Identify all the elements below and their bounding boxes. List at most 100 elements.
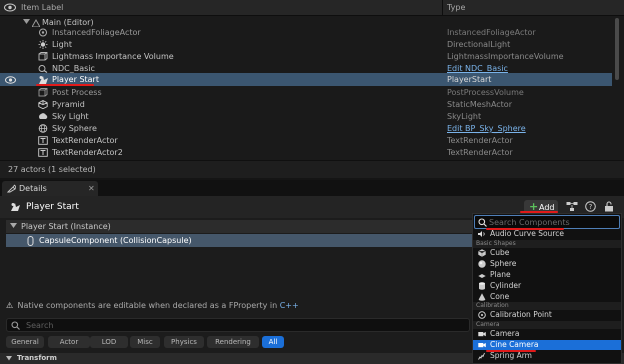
menu-item-cone[interactable]: Cone xyxy=(473,292,621,302)
category-label: Camera xyxy=(476,321,500,328)
outliner-row-type: StaticMeshActor xyxy=(447,100,512,109)
cpp-link[interactable]: C++ xyxy=(280,301,299,310)
menu-item-cylinder[interactable]: Cylinder xyxy=(473,281,621,291)
outliner-row-type: InstancedFoliageActor xyxy=(447,28,536,37)
blueprint-icon[interactable] xyxy=(566,201,578,212)
search-icon xyxy=(11,321,20,330)
outliner-row-label: Player Start xyxy=(52,75,99,84)
outliner-row-label: Pyramid xyxy=(52,100,85,109)
outliner-row-label: InstancedFoliageActor xyxy=(52,28,141,37)
menu-item-label: Cone xyxy=(490,292,510,301)
column-divider[interactable] xyxy=(442,0,443,16)
outliner-row-type: DirectionalLight xyxy=(447,40,511,49)
collapse-arrow-icon[interactable] xyxy=(6,356,12,361)
actor-count: 27 actors (1 selected) xyxy=(8,165,96,174)
menu-category-camera: Camera xyxy=(473,321,621,329)
edit-ndc-basic-link[interactable]: Edit NDC_Basic xyxy=(447,64,508,73)
actor-name: Player Start xyxy=(26,202,79,212)
audio-curve-icon xyxy=(478,230,486,238)
outliner-row-type: TextRenderActor xyxy=(447,148,513,157)
category-label: Basic Shapes xyxy=(476,240,516,247)
filter-tab-actor[interactable]: Actor xyxy=(48,336,90,348)
menu-item-spring-arm[interactable]: Spring Arm xyxy=(473,351,621,361)
player-start-icon xyxy=(10,202,21,212)
cube-icon xyxy=(478,249,486,257)
filter-tab-lod[interactable]: LOD xyxy=(90,336,128,348)
cone-icon xyxy=(478,293,486,301)
cylinder-icon xyxy=(478,282,486,290)
menu-item-label: Sphere xyxy=(490,259,517,268)
outliner-row-label: TextRenderActor2 xyxy=(52,148,123,157)
component-label: CapsuleComponent (CollisionCapsule) xyxy=(39,236,192,245)
filter-tab-general[interactable]: General xyxy=(6,336,44,348)
menu-item-calibration-point[interactable]: Calibration Point xyxy=(473,310,621,320)
spring-arm-icon xyxy=(478,352,486,360)
column-header-item-label[interactable]: Item Label xyxy=(21,3,63,12)
column-header-type[interactable]: Type xyxy=(447,3,465,12)
lock-icon[interactable] xyxy=(604,201,614,212)
visibility-eye-icon[interactable] xyxy=(4,3,16,12)
category-label: Calibration xyxy=(476,302,509,309)
component-tree-item-capsule[interactable]: CapsuleComponent (CollisionCapsule) xyxy=(6,234,472,247)
native-note-text: Native components are editable when decl… xyxy=(17,301,278,310)
capsule-icon xyxy=(26,236,35,246)
outliner-footer: 27 actors (1 selected) xyxy=(0,160,624,178)
warning-icon: ⚠ xyxy=(6,301,14,310)
menu-item-label: Cylinder xyxy=(490,281,522,290)
menu-item-label: Cine Camera xyxy=(490,340,539,349)
menu-item-cube[interactable]: Cube xyxy=(473,248,621,258)
volume-icon xyxy=(38,88,48,97)
filter-tab-rendering[interactable]: Rendering xyxy=(207,336,259,348)
filter-tab-all[interactable]: All xyxy=(262,336,284,348)
menu-item-plane[interactable]: Plane xyxy=(473,270,621,280)
outliner-row[interactable]: TextRenderActor2 TextRenderActor xyxy=(0,146,612,159)
search-placeholder: Search xyxy=(26,321,54,330)
menu-item-label: Plane xyxy=(490,270,511,279)
details-tab-bar: Details ✕ xyxy=(0,180,624,196)
collapse-arrow-icon[interactable] xyxy=(10,223,17,229)
foliage-icon xyxy=(38,28,48,37)
volume-icon xyxy=(38,52,48,61)
details-icon xyxy=(7,184,16,193)
menu-item-camera[interactable]: Camera xyxy=(473,329,621,339)
camera-icon xyxy=(478,330,486,338)
help-icon[interactable]: ? xyxy=(585,201,596,212)
outliner-row-type: LightmassImportanceVolume xyxy=(447,52,564,61)
menu-item-label: Cube xyxy=(490,248,510,257)
outliner-row-label: Light xyxy=(52,40,72,49)
menu-category-calibration: Calibration xyxy=(473,302,621,310)
details-search-input[interactable]: Search xyxy=(6,318,470,332)
outliner-scrollbar[interactable] xyxy=(615,18,619,80)
search-icon xyxy=(478,218,487,227)
menu-item-audio-curve-source[interactable]: Audio Curve Source xyxy=(473,229,621,239)
tab-details[interactable]: Details ✕ xyxy=(2,181,98,196)
menu-item-cine-camera[interactable]: Cine Camera xyxy=(473,340,621,350)
outliner-row-label: Post Process xyxy=(52,88,102,97)
outliner-header: Item Label Type xyxy=(0,0,624,16)
search-placeholder: Search Components xyxy=(489,218,570,227)
outliner-row-type: TextRenderActor xyxy=(447,136,513,145)
section-title: Transform xyxy=(17,354,57,362)
edit-bp-sky-sphere-link[interactable]: Edit BP_Sky_Sphere xyxy=(447,124,526,133)
filter-tab-misc[interactable]: Misc xyxy=(130,336,160,348)
close-tab-icon[interactable]: ✕ xyxy=(88,184,95,193)
text-render-icon xyxy=(38,136,48,145)
sphere-icon xyxy=(478,260,486,268)
outliner-row-label: TextRenderActor xyxy=(52,136,118,145)
static-mesh-icon xyxy=(38,100,48,109)
menu-item-sphere[interactable]: Sphere xyxy=(473,259,621,269)
outliner-row-label: NDC_Basic xyxy=(52,64,95,73)
cine-camera-icon xyxy=(478,341,486,349)
player-start-icon xyxy=(38,75,48,84)
sky-light-icon xyxy=(38,112,48,121)
ndc-icon xyxy=(38,64,48,73)
calibration-point-icon xyxy=(478,311,486,319)
filter-tab-physics[interactable]: Physics xyxy=(164,336,204,348)
component-tree-root[interactable]: Player Start (Instance) xyxy=(6,220,472,233)
visibility-eye-icon[interactable] xyxy=(5,76,16,84)
menu-item-label: Calibration Point xyxy=(490,310,552,319)
collapse-arrow-icon[interactable] xyxy=(23,19,30,25)
component-search-input[interactable]: Search Components xyxy=(474,215,620,229)
world-outliner: Item Label Type Main (Editor) InstancedF… xyxy=(0,0,624,178)
outliner-row-label: Sky Sphere xyxy=(52,124,97,133)
